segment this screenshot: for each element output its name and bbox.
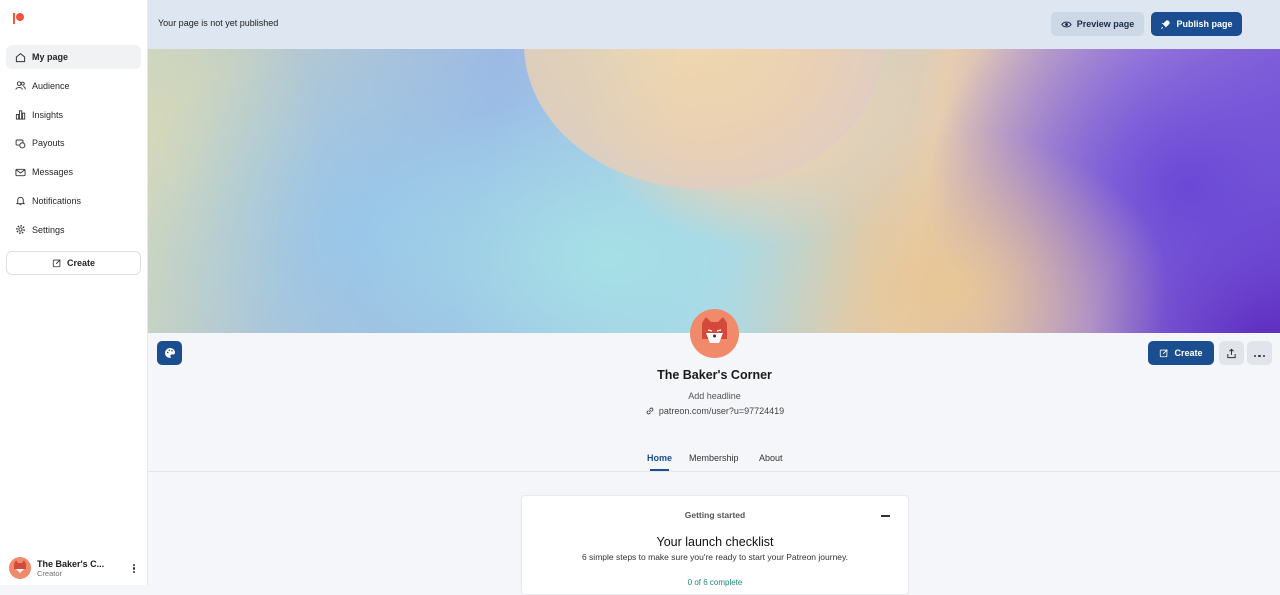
creator-avatar[interactable] [690,309,739,358]
gear-icon [14,224,26,236]
palette-icon [164,348,175,358]
sidebar-item-label: Notifications [32,195,82,206]
sidebar-create-button[interactable]: Create [6,251,141,275]
page-tabs: Home Membership About [148,452,1280,472]
eye-icon [1061,21,1072,27]
sidebar-item-settings[interactable]: Settings [6,218,141,242]
preview-page-button[interactable]: Preview page [1051,12,1144,36]
edit-icon [1160,349,1169,358]
sidebar-item-label: Insights [32,109,64,120]
sidebar: My page Audience Insights Payouts Messag… [0,0,148,585]
sidebar-item-label: My page [32,52,69,62]
create-post-label: Create [1174,348,1203,358]
share-button[interactable] [1219,341,1244,365]
add-headline-link[interactable]: Add headline [548,391,881,401]
sidebar-item-notifications[interactable]: Notifications [6,189,141,213]
publish-banner: Your page is not yet published Preview p… [148,0,1280,49]
collapse-icon[interactable] [881,515,890,517]
sidebar-item-label: Messages [32,167,74,178]
link-icon [646,407,654,415]
share-icon [1227,348,1236,358]
sidebar-item-label: Payouts [32,138,65,149]
create-post-button[interactable]: Create [1148,341,1214,365]
patreon-logo[interactable] [13,13,25,25]
sidebar-item-label: Audience [32,80,70,91]
sidebar-item-audience[interactable]: Audience [6,74,141,98]
bell-icon [14,195,26,207]
preview-page-label: Preview page [1076,19,1135,29]
getting-started-heading: Getting started [684,510,746,520]
sidebar-item-label: Settings [32,224,65,235]
creator-url[interactable]: patreon.com/user?u=97724419 [548,406,881,416]
creator-name: The Baker's Corner [657,368,772,382]
checklist-progress: 0 of 6 complete [687,578,743,587]
customize-theme-button[interactable] [157,341,182,365]
sidebar-item-my-page[interactable]: My page [6,45,141,69]
tab-home[interactable]: Home [647,452,672,471]
sidebar-create-label: Create [66,258,95,268]
more-vertical-icon[interactable] [132,563,136,575]
home-icon [14,51,26,63]
users-icon [14,80,26,92]
checklist-subtitle: 6 simple steps to make sure you're ready… [581,552,849,562]
edit-icon [52,259,61,268]
tab-about[interactable]: About [759,452,783,471]
checklist-title: Your launch checklist [656,535,774,549]
publish-status-text: Your page is not yet published [158,18,279,28]
sidebar-item-insights[interactable]: Insights [6,103,141,127]
avatar [9,557,31,579]
more-options-button[interactable] [1247,341,1272,365]
cover-image [148,49,1280,333]
publish-page-button[interactable]: Publish page [1151,12,1242,36]
launch-checklist-card: Getting started Your launch checklist 6 … [521,495,909,595]
bar-chart-icon [14,109,26,121]
profile-name: The Baker's C... [37,558,105,569]
mail-icon [14,166,26,178]
tab-membership[interactable]: Membership [689,452,739,471]
sidebar-item-payouts[interactable]: Payouts [6,131,141,155]
creator-url-text: patreon.com/user?u=97724419 [658,406,785,416]
publish-page-label: Publish page [1176,19,1233,29]
rocket-icon [1161,19,1171,29]
more-horizontal-icon [1253,344,1266,362]
payouts-icon [14,137,26,149]
sidebar-item-messages[interactable]: Messages [6,160,141,184]
sidebar-nav: My page Audience Insights Payouts Messag… [6,45,141,247]
profile-role: Creator [37,568,63,578]
profile-menu[interactable]: The Baker's C... Creator [9,556,144,580]
